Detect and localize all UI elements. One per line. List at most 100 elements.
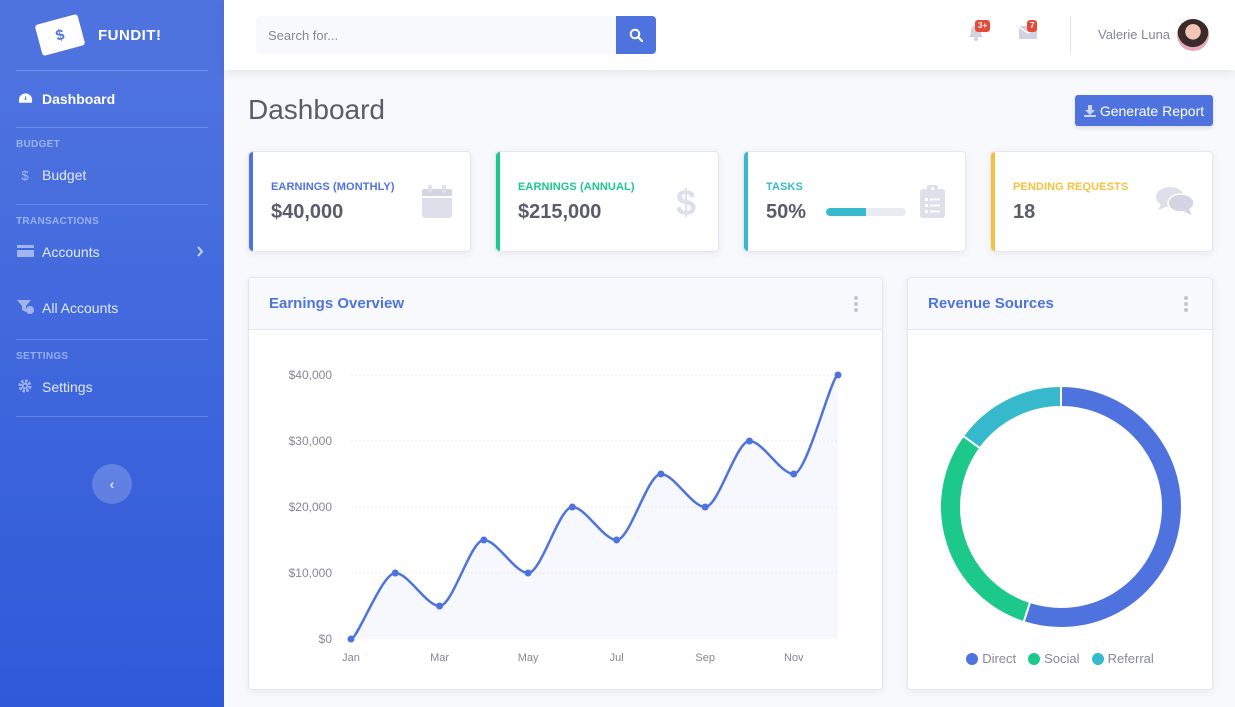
stat-label: Pending Requests (1013, 181, 1129, 193)
legend-item-referral[interactable]: Referral (1091, 651, 1154, 666)
sidebar-item-label: Dashboard (42, 91, 116, 107)
sidebar-item-accounts[interactable]: Accounts (0, 227, 224, 277)
data-point[interactable] (436, 602, 444, 610)
sidebar-item-label: All Accounts (42, 300, 119, 316)
panel-title: Earnings Overview (269, 295, 405, 312)
earnings-line-chart: $0 $10,000 $20,000 $30,000 $40,000 Jan Mar May J… (289, 368, 842, 664)
credit-card-icon (16, 244, 34, 260)
data-point[interactable] (657, 470, 665, 478)
stat-card-earnings-monthly: Earnings (Monthly) $40,000 (248, 151, 471, 252)
x-tick-label: Nov (784, 652, 804, 664)
panel-header: Earnings Overview (249, 278, 882, 330)
panel-title: Revenue Sources (928, 295, 1054, 312)
tasks-progress-bar (826, 208, 906, 216)
x-tick-label: Sep (695, 652, 715, 664)
legend-item-direct[interactable]: Direct (966, 651, 1016, 666)
stat-value: $215,000 (518, 201, 602, 223)
data-point[interactable] (701, 503, 709, 511)
pie-slice-social[interactable] (939, 434, 1032, 624)
pie-slice-direct[interactable] (1022, 384, 1183, 629)
sidebar-divider (16, 416, 208, 417)
stat-card-accent (744, 152, 748, 251)
sidebar-heading-transactions: TRANSACTIONS (16, 216, 100, 227)
sidebar-item-label: Accounts (42, 244, 100, 260)
earnings-overview-panel: Earnings Overview $0 $10,000 $20,000 $30,00… (248, 277, 883, 690)
generate-report-label: Generate Report (1099, 102, 1205, 119)
data-point[interactable] (834, 371, 842, 379)
x-tick-label: Mar (430, 652, 449, 664)
brand[interactable]: $ FUNDIT! (0, 0, 224, 70)
sidebar-item-all-accounts[interactable]: All Accounts (0, 277, 224, 339)
stat-card-tasks: Tasks 50% (743, 151, 966, 252)
search-icon (629, 28, 643, 42)
stat-value: 18 (1013, 201, 1036, 223)
messages-badge: 7 (1027, 20, 1038, 32)
dollar-icon: $ (675, 182, 696, 223)
kebab-menu-icon[interactable] (854, 296, 858, 314)
messages-button[interactable]: 7 (1017, 20, 1039, 46)
data-point[interactable] (524, 569, 532, 577)
y-tick-label: $30,000 (289, 434, 333, 448)
y-tick-label: $20,000 (289, 500, 333, 514)
x-tick-label: Jul (610, 652, 624, 664)
legend-label: Social (1044, 651, 1080, 666)
stat-value: $40,000 (271, 201, 344, 223)
tasks-progress-fill (826, 208, 866, 216)
tachometer-icon (16, 92, 34, 107)
generate-report-button[interactable]: Generate Report (1075, 95, 1213, 126)
data-point[interactable] (790, 470, 798, 478)
comments-icon (1156, 186, 1195, 221)
y-tick-label: $0 (319, 632, 333, 646)
clipboard-list-icon (920, 185, 945, 223)
chart-legend: Direct Social Referral (908, 651, 1212, 666)
legend-label: Direct (982, 651, 1017, 666)
legend-item-social[interactable]: Social (1028, 651, 1080, 666)
data-point[interactable] (613, 536, 621, 544)
legend-dot (1091, 652, 1104, 665)
alerts-button[interactable]: 3+ (965, 20, 991, 46)
dollar-icon: $ (21, 167, 29, 183)
revenue-donut-chart (939, 384, 1183, 629)
pie-slice-referral[interactable] (961, 384, 1062, 450)
sidebar-heading-budget: BUDGET (16, 139, 61, 150)
sidebar-item-label: Settings (42, 379, 93, 395)
page-title: Dashboard (248, 94, 385, 125)
topbar-divider (1070, 16, 1071, 54)
stat-card-accent (249, 152, 253, 251)
search-input[interactable] (256, 16, 616, 54)
y-tick-label: $40,000 (289, 368, 333, 382)
chevron-right-icon (196, 245, 204, 260)
sidebar-item-settings[interactable]: Settings (0, 362, 224, 412)
stat-card-accent (991, 152, 995, 251)
data-point[interactable] (745, 437, 753, 445)
data-point[interactable] (480, 536, 488, 544)
kebab-menu-icon[interactable] (1184, 296, 1188, 314)
stat-card-pending-requests: Pending Requests 18 (990, 151, 1213, 252)
sidebar: $ FUNDIT! Dashboard BUDGET $ Budget TRAN… (0, 0, 224, 707)
sidebar-item-dashboard[interactable]: Dashboard (0, 71, 224, 127)
chevron-left-icon: ‹ (109, 476, 115, 492)
brand-name: FUNDIT! (98, 26, 162, 44)
funnel-dollar-icon (16, 299, 34, 317)
panel-header: Revenue Sources (908, 278, 1212, 330)
search-button[interactable] (616, 16, 656, 54)
sidebar-toggle-button[interactable]: ‹ (92, 464, 132, 504)
data-point[interactable] (568, 503, 576, 511)
stat-label: Tasks (766, 181, 803, 193)
sidebar-heading-settings: SETTINGS (16, 351, 69, 362)
stat-label: Earnings (Monthly) (271, 181, 395, 193)
sidebar-item-budget[interactable]: $ Budget (0, 150, 224, 200)
revenue-sources-panel: Revenue Sources Direct Social Referral (907, 277, 1213, 690)
calendar-icon (422, 185, 452, 223)
brand-logo-icon: $ (34, 13, 86, 57)
user-name[interactable]: Valerie Luna (1098, 27, 1170, 42)
data-point[interactable] (391, 569, 399, 577)
alerts-badge: 3+ (975, 20, 991, 32)
sidebar-item-label: Budget (42, 167, 87, 183)
y-tick-label: $10,000 (289, 566, 333, 580)
stat-card-earnings-annual: Earnings (Annual) $215,000 $ (495, 151, 719, 252)
data-point[interactable] (347, 635, 355, 643)
download-icon (1083, 104, 1096, 117)
avatar[interactable] (1177, 19, 1209, 51)
topbar: 3+ 7 Valerie Luna (224, 0, 1235, 70)
